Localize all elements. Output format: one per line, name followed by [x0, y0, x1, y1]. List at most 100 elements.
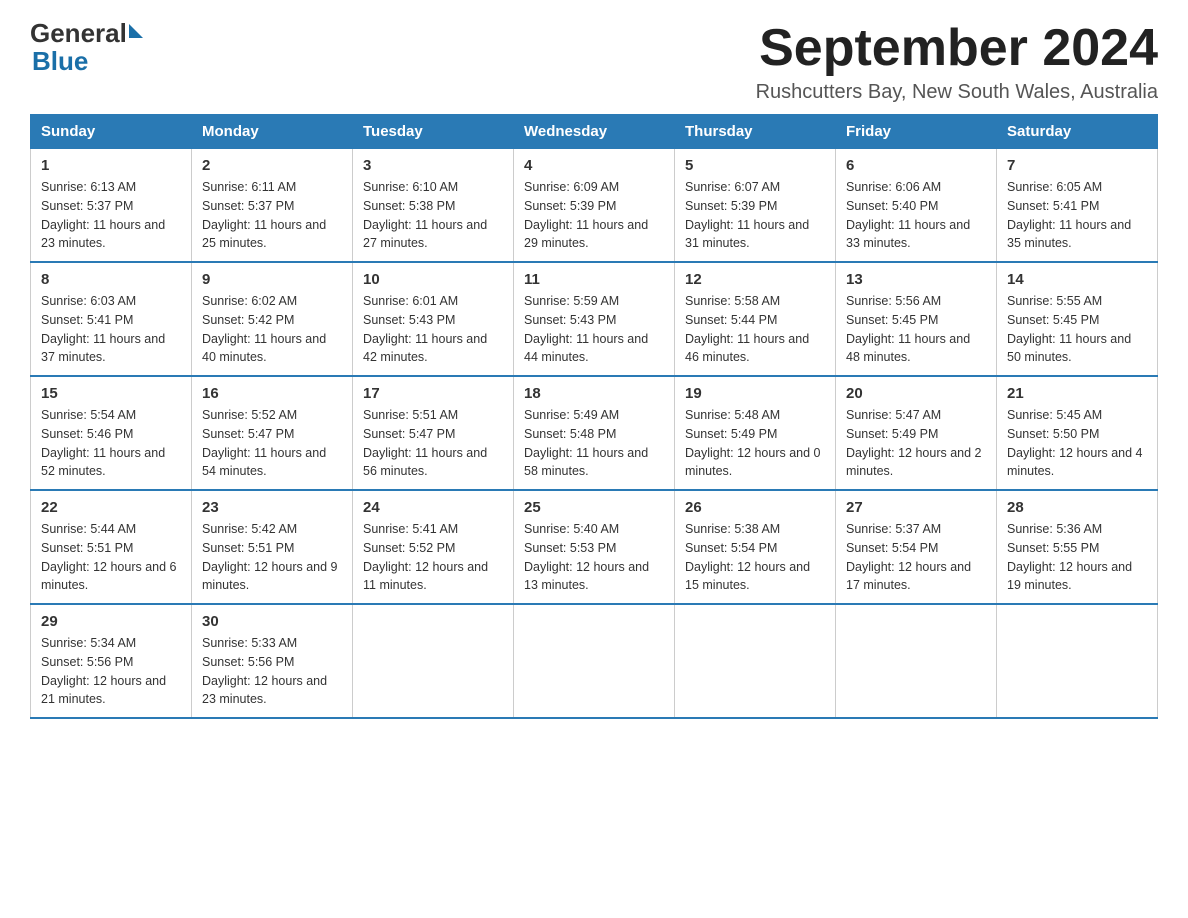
day-number: 17 [363, 385, 503, 402]
table-row: 10 Sunrise: 6:01 AM Sunset: 5:43 PM Dayl… [353, 262, 514, 376]
day-number: 7 [1007, 157, 1147, 174]
header-friday: Friday [836, 115, 997, 149]
day-number: 8 [41, 271, 181, 288]
table-row: 4 Sunrise: 6:09 AM Sunset: 5:39 PM Dayli… [514, 149, 675, 263]
table-row: 24 Sunrise: 5:41 AM Sunset: 5:52 PM Dayl… [353, 490, 514, 604]
day-number: 14 [1007, 271, 1147, 288]
day-info: Sunrise: 5:41 AM Sunset: 5:52 PM Dayligh… [363, 520, 503, 595]
day-info: Sunrise: 6:01 AM Sunset: 5:43 PM Dayligh… [363, 292, 503, 367]
table-row: 11 Sunrise: 5:59 AM Sunset: 5:43 PM Dayl… [514, 262, 675, 376]
day-number: 26 [685, 499, 825, 516]
table-row: 16 Sunrise: 5:52 AM Sunset: 5:47 PM Dayl… [192, 376, 353, 490]
day-info: Sunrise: 5:36 AM Sunset: 5:55 PM Dayligh… [1007, 520, 1147, 595]
day-info: Sunrise: 6:02 AM Sunset: 5:42 PM Dayligh… [202, 292, 342, 367]
day-info: Sunrise: 6:10 AM Sunset: 5:38 PM Dayligh… [363, 178, 503, 253]
day-number: 2 [202, 157, 342, 174]
day-number: 29 [41, 613, 181, 630]
day-number: 28 [1007, 499, 1147, 516]
table-row: 13 Sunrise: 5:56 AM Sunset: 5:45 PM Dayl… [836, 262, 997, 376]
header-saturday: Saturday [997, 115, 1158, 149]
day-number: 30 [202, 613, 342, 630]
calendar-week-row: 29 Sunrise: 5:34 AM Sunset: 5:56 PM Dayl… [31, 604, 1158, 718]
logo-general-text: General [30, 20, 127, 46]
table-row [353, 604, 514, 718]
table-row [997, 604, 1158, 718]
day-number: 15 [41, 385, 181, 402]
table-row: 21 Sunrise: 5:45 AM Sunset: 5:50 PM Dayl… [997, 376, 1158, 490]
day-number: 22 [41, 499, 181, 516]
day-number: 10 [363, 271, 503, 288]
day-info: Sunrise: 5:42 AM Sunset: 5:51 PM Dayligh… [202, 520, 342, 595]
calendar-week-row: 15 Sunrise: 5:54 AM Sunset: 5:46 PM Dayl… [31, 376, 1158, 490]
table-row: 20 Sunrise: 5:47 AM Sunset: 5:49 PM Dayl… [836, 376, 997, 490]
table-row: 23 Sunrise: 5:42 AM Sunset: 5:51 PM Dayl… [192, 490, 353, 604]
day-number: 18 [524, 385, 664, 402]
table-row [836, 604, 997, 718]
table-row: 25 Sunrise: 5:40 AM Sunset: 5:53 PM Dayl… [514, 490, 675, 604]
day-number: 5 [685, 157, 825, 174]
header-sunday: Sunday [31, 115, 192, 149]
day-info: Sunrise: 6:11 AM Sunset: 5:37 PM Dayligh… [202, 178, 342, 253]
header-monday: Monday [192, 115, 353, 149]
table-row: 3 Sunrise: 6:10 AM Sunset: 5:38 PM Dayli… [353, 149, 514, 263]
day-info: Sunrise: 6:13 AM Sunset: 5:37 PM Dayligh… [41, 178, 181, 253]
table-row: 22 Sunrise: 5:44 AM Sunset: 5:51 PM Dayl… [31, 490, 192, 604]
day-info: Sunrise: 6:07 AM Sunset: 5:39 PM Dayligh… [685, 178, 825, 253]
calendar-week-row: 8 Sunrise: 6:03 AM Sunset: 5:41 PM Dayli… [31, 262, 1158, 376]
day-number: 20 [846, 385, 986, 402]
day-info: Sunrise: 5:52 AM Sunset: 5:47 PM Dayligh… [202, 406, 342, 481]
table-row: 29 Sunrise: 5:34 AM Sunset: 5:56 PM Dayl… [31, 604, 192, 718]
logo: General Blue [30, 20, 145, 77]
header: General Blue September 2024 Rushcutters … [30, 20, 1158, 104]
header-tuesday: Tuesday [353, 115, 514, 149]
day-number: 27 [846, 499, 986, 516]
day-info: Sunrise: 5:58 AM Sunset: 5:44 PM Dayligh… [685, 292, 825, 367]
day-info: Sunrise: 5:40 AM Sunset: 5:53 PM Dayligh… [524, 520, 664, 595]
day-info: Sunrise: 5:48 AM Sunset: 5:49 PM Dayligh… [685, 406, 825, 481]
day-info: Sunrise: 6:06 AM Sunset: 5:40 PM Dayligh… [846, 178, 986, 253]
day-info: Sunrise: 6:05 AM Sunset: 5:41 PM Dayligh… [1007, 178, 1147, 253]
day-info: Sunrise: 5:33 AM Sunset: 5:56 PM Dayligh… [202, 634, 342, 709]
table-row: 26 Sunrise: 5:38 AM Sunset: 5:54 PM Dayl… [675, 490, 836, 604]
day-number: 11 [524, 271, 664, 288]
table-row: 9 Sunrise: 6:02 AM Sunset: 5:42 PM Dayli… [192, 262, 353, 376]
table-row: 27 Sunrise: 5:37 AM Sunset: 5:54 PM Dayl… [836, 490, 997, 604]
day-number: 12 [685, 271, 825, 288]
header-wednesday: Wednesday [514, 115, 675, 149]
day-info: Sunrise: 5:51 AM Sunset: 5:47 PM Dayligh… [363, 406, 503, 481]
day-number: 9 [202, 271, 342, 288]
day-number: 6 [846, 157, 986, 174]
day-info: Sunrise: 5:47 AM Sunset: 5:49 PM Dayligh… [846, 406, 986, 481]
calendar-table: Sunday Monday Tuesday Wednesday Thursday… [30, 114, 1158, 719]
table-row [514, 604, 675, 718]
day-info: Sunrise: 5:59 AM Sunset: 5:43 PM Dayligh… [524, 292, 664, 367]
title-area: September 2024 Rushcutters Bay, New Sout… [756, 20, 1158, 104]
calendar-header-row: Sunday Monday Tuesday Wednesday Thursday… [31, 115, 1158, 149]
logo-blue-text: Blue [32, 46, 88, 76]
table-row: 1 Sunrise: 6:13 AM Sunset: 5:37 PM Dayli… [31, 149, 192, 263]
table-row: 12 Sunrise: 5:58 AM Sunset: 5:44 PM Dayl… [675, 262, 836, 376]
day-info: Sunrise: 6:09 AM Sunset: 5:39 PM Dayligh… [524, 178, 664, 253]
day-number: 16 [202, 385, 342, 402]
table-row [675, 604, 836, 718]
day-info: Sunrise: 5:34 AM Sunset: 5:56 PM Dayligh… [41, 634, 181, 709]
header-thursday: Thursday [675, 115, 836, 149]
table-row: 14 Sunrise: 5:55 AM Sunset: 5:45 PM Dayl… [997, 262, 1158, 376]
day-info: Sunrise: 5:54 AM Sunset: 5:46 PM Dayligh… [41, 406, 181, 481]
location-subtitle: Rushcutters Bay, New South Wales, Austra… [756, 81, 1158, 104]
day-number: 24 [363, 499, 503, 516]
day-info: Sunrise: 5:44 AM Sunset: 5:51 PM Dayligh… [41, 520, 181, 595]
day-info: Sunrise: 5:45 AM Sunset: 5:50 PM Dayligh… [1007, 406, 1147, 481]
day-number: 23 [202, 499, 342, 516]
day-info: Sunrise: 5:55 AM Sunset: 5:45 PM Dayligh… [1007, 292, 1147, 367]
logo-arrow-icon [129, 24, 143, 38]
table-row: 18 Sunrise: 5:49 AM Sunset: 5:48 PM Dayl… [514, 376, 675, 490]
table-row: 6 Sunrise: 6:06 AM Sunset: 5:40 PM Dayli… [836, 149, 997, 263]
table-row: 28 Sunrise: 5:36 AM Sunset: 5:55 PM Dayl… [997, 490, 1158, 604]
day-info: Sunrise: 5:37 AM Sunset: 5:54 PM Dayligh… [846, 520, 986, 595]
table-row: 19 Sunrise: 5:48 AM Sunset: 5:49 PM Dayl… [675, 376, 836, 490]
day-number: 21 [1007, 385, 1147, 402]
table-row: 30 Sunrise: 5:33 AM Sunset: 5:56 PM Dayl… [192, 604, 353, 718]
table-row: 7 Sunrise: 6:05 AM Sunset: 5:41 PM Dayli… [997, 149, 1158, 263]
day-number: 1 [41, 157, 181, 174]
